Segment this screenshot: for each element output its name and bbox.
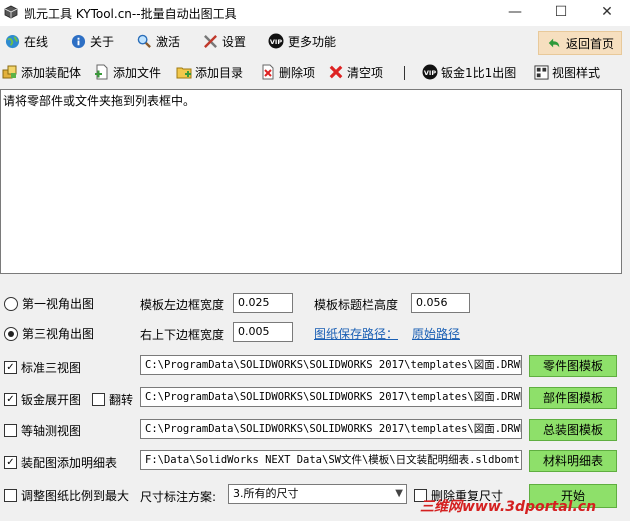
menu-activate-label: 激活 (156, 34, 181, 49)
scale-fit-label: 调整图纸比例到最大 (21, 489, 130, 503)
add-file-label: 添加文件 (113, 65, 162, 80)
component-template-button[interactable]: 部件图模板 (529, 387, 617, 409)
iso-template-path[interactable]: C:\ProgramData\SOLIDWORKS\SOLIDWORKS 201… (140, 419, 522, 439)
menu-more[interactable]: VIP 更多功能 (268, 28, 336, 54)
menu-settings[interactable]: 设置 (202, 28, 246, 54)
file-list-box[interactable]: 请将零部件或文件夹拖到列表框中。 (0, 89, 622, 274)
bom-template-path[interactable]: F:\Data\SolidWorks NEXT Data\SW文件\模板\日文装… (140, 450, 522, 470)
bom-button[interactable]: 材料明细表 (529, 450, 617, 472)
menu-settings-label: 设置 (222, 34, 247, 49)
save-path-link[interactable]: 原始路径 (412, 325, 460, 342)
standard-views-label: 标准三视图 (21, 361, 82, 375)
delete-item-button[interactable]: 删除项 (260, 60, 315, 84)
add-file-button[interactable]: 添加文件 (94, 60, 161, 84)
clear-items-button[interactable]: 清空项 (328, 60, 383, 84)
left-margin-label: 模板左边框宽度 (140, 298, 225, 312)
add-assembly-button[interactable]: 添加装配体 (2, 60, 81, 84)
first-angle-option[interactable]: 第一视角出图 (4, 295, 94, 312)
top-margin-input[interactable]: 0.005 (233, 322, 293, 342)
view-style-button[interactable]: 视图样式 (533, 60, 600, 84)
standard-views-checkbox[interactable]: ✓ (4, 361, 17, 374)
sheet-metal-button[interactable]: VIP 钣金1比1出图 (422, 60, 516, 84)
menu-online-label: 在线 (24, 34, 49, 49)
search-icon (136, 33, 152, 49)
standard-views-option[interactable]: ✓ 标准三视图 (4, 359, 81, 376)
flat-template-path[interactable]: C:\ProgramData\SOLIDWORKS\SOLIDWORKS 201… (140, 387, 522, 407)
flip-label: 翻转 (109, 393, 134, 407)
assembly-template-button[interactable]: 总装图模板 (529, 419, 617, 441)
iso-view-option[interactable]: 等轴测视图 (4, 422, 81, 439)
scale-fit-option[interactable]: 调整图纸比例到最大 (4, 487, 129, 504)
toolbar-separator (404, 66, 405, 80)
iso-view-checkbox[interactable] (4, 424, 17, 437)
title-height-label: 模板标题栏高度 (314, 298, 399, 312)
menu-bar: 在线 关于 激活 设置 VIP 更多功能 (0, 28, 630, 56)
menu-more-label: 更多功能 (288, 34, 337, 49)
flip-option[interactable]: 翻转 (92, 391, 133, 408)
first-angle-label: 第一视角出图 (22, 297, 95, 311)
title-height-input[interactable]: 0.056 (411, 293, 470, 313)
add-assembly-label: 添加装配体 (21, 65, 82, 80)
third-angle-option[interactable]: 第三视角出图 (4, 325, 94, 342)
menu-activate[interactable]: 激活 (136, 28, 180, 54)
home-button[interactable]: 返回首页 (538, 31, 622, 55)
delete-file-icon (260, 64, 276, 80)
top-margin-label: 右上下边框宽度 (140, 328, 225, 342)
bom-checkbox[interactable]: ✓ (4, 456, 17, 469)
save-path-label[interactable]: 图纸保存路径： (314, 325, 398, 342)
bom-label: 装配图添加明细表 (21, 456, 118, 470)
home-button-label: 返回首页 (565, 36, 614, 51)
part-template-button[interactable]: 零件图模板 (529, 355, 617, 377)
menu-about[interactable]: 关于 (70, 28, 114, 54)
flat-pattern-label: 钣金展开图 (21, 393, 82, 407)
menu-about-label: 关于 (90, 34, 115, 49)
flip-checkbox[interactable] (92, 393, 105, 406)
list-hint-text: 请将零部件或文件夹拖到列表框中。 (3, 94, 196, 108)
standard-template-path[interactable]: C:\ProgramData\SOLIDWORKS\SOLIDWORKS 201… (140, 355, 522, 375)
add-directory-label: 添加目录 (195, 65, 244, 80)
sheet-metal-label: 钣金1比1出图 (441, 65, 517, 80)
title-bar: 凯元工具 KYTool.cn--批量自动出图工具 — ☐ ✕ (0, 0, 630, 26)
globe-icon (4, 33, 20, 49)
flat-pattern-checkbox[interactable]: ✓ (4, 393, 17, 406)
vip-icon: VIP (268, 33, 284, 49)
iso-view-label: 等轴测视图 (21, 424, 82, 438)
clear-items-label: 清空项 (347, 65, 384, 80)
app-cube-icon (4, 5, 18, 19)
info-icon (70, 33, 86, 49)
bom-option[interactable]: ✓ 装配图添加明细表 (4, 454, 117, 471)
add-directory-button[interactable]: 添加目录 (176, 60, 243, 84)
left-margin-input[interactable]: 0.025 (233, 293, 293, 313)
chevron-down-icon: ▼ (395, 488, 403, 499)
assembly-icon (2, 64, 18, 80)
folder-add-icon (176, 64, 192, 80)
svg-text:VIP: VIP (270, 38, 282, 46)
watermark-text: 三维网www.3dportal.cn (420, 499, 597, 515)
window-title: 凯元工具 KYTool.cn--批量自动出图工具 (24, 7, 237, 21)
tools-icon (202, 33, 218, 49)
toolbar: 添加装配体 添加文件 添加目录 删除项 清空项 VIP 钣金1比1出图 视图样式 (0, 60, 630, 86)
dimension-scheme-value: 3.所有的尺寸 (233, 487, 299, 500)
back-arrow-icon (546, 35, 562, 51)
third-angle-label: 第三视角出图 (22, 327, 95, 341)
dimension-scheme-label: 尺寸标注方案: (140, 490, 217, 504)
svg-text:VIP: VIP (424, 69, 436, 77)
close-button[interactable]: ✕ (584, 0, 630, 26)
red-x-icon (328, 64, 344, 80)
add-file-icon (94, 64, 110, 80)
dimension-scheme-select[interactable]: 3.所有的尺寸 ▼ (228, 484, 407, 504)
view-layout-icon (533, 64, 549, 80)
minimize-button[interactable]: — (492, 0, 538, 26)
delete-item-label: 删除项 (279, 65, 316, 80)
third-angle-radio[interactable] (4, 326, 18, 341)
maximize-button[interactable]: ☐ (538, 0, 584, 26)
first-angle-radio[interactable] (4, 296, 18, 311)
scale-fit-checkbox[interactable] (4, 489, 17, 502)
vip-icon: VIP (422, 64, 438, 80)
view-style-label: 视图样式 (552, 65, 601, 80)
flat-pattern-option[interactable]: ✓ 钣金展开图 (4, 391, 81, 408)
menu-online[interactable]: 在线 (4, 28, 48, 54)
